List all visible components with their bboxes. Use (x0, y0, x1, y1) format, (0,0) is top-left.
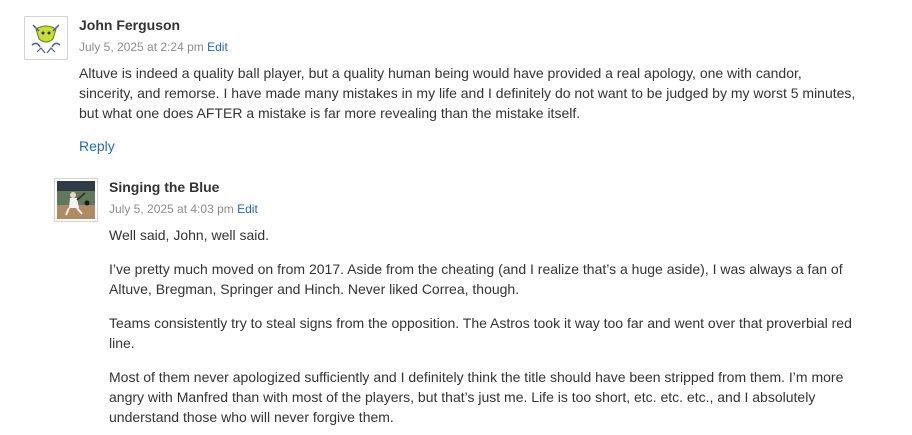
comment-paragraph: I’ve pretty much moved on from 2017. Asi… (109, 261, 843, 297)
comment-meta: July 5, 2025 at 4:03 pm Edit (109, 202, 258, 216)
comment-date[interactable]: July 5, 2025 at 2:24 pm (79, 40, 204, 54)
baseball-photo-avatar-icon[interactable] (54, 178, 98, 222)
comment-body: Well said, John, well said. I’ve pretty … (109, 225, 869, 435)
edit-link[interactable]: Edit (207, 40, 228, 54)
comment-paragraph: Altuve is indeed a quality ball player, … (79, 65, 856, 121)
comment-paragraph: Most of them never apologized sufficient… (109, 369, 844, 425)
comment-meta: July 5, 2025 at 2:24 pm Edit (79, 40, 228, 54)
comment-author: Singing the Blue (109, 179, 220, 195)
edit-link[interactable]: Edit (237, 202, 258, 216)
comment-date[interactable]: July 5, 2025 at 4:03 pm (109, 202, 234, 216)
identicon-avatar-icon[interactable] (24, 16, 68, 60)
comment-body: Altuve is indeed a quality ball player, … (79, 63, 859, 123)
comment-author: John Ferguson (79, 17, 181, 33)
comment-paragraph: Teams consistently try to steal signs fr… (109, 315, 852, 351)
reply-link[interactable]: Reply (79, 138, 115, 154)
comment-paragraph: Well said, John, well said. (109, 227, 270, 243)
